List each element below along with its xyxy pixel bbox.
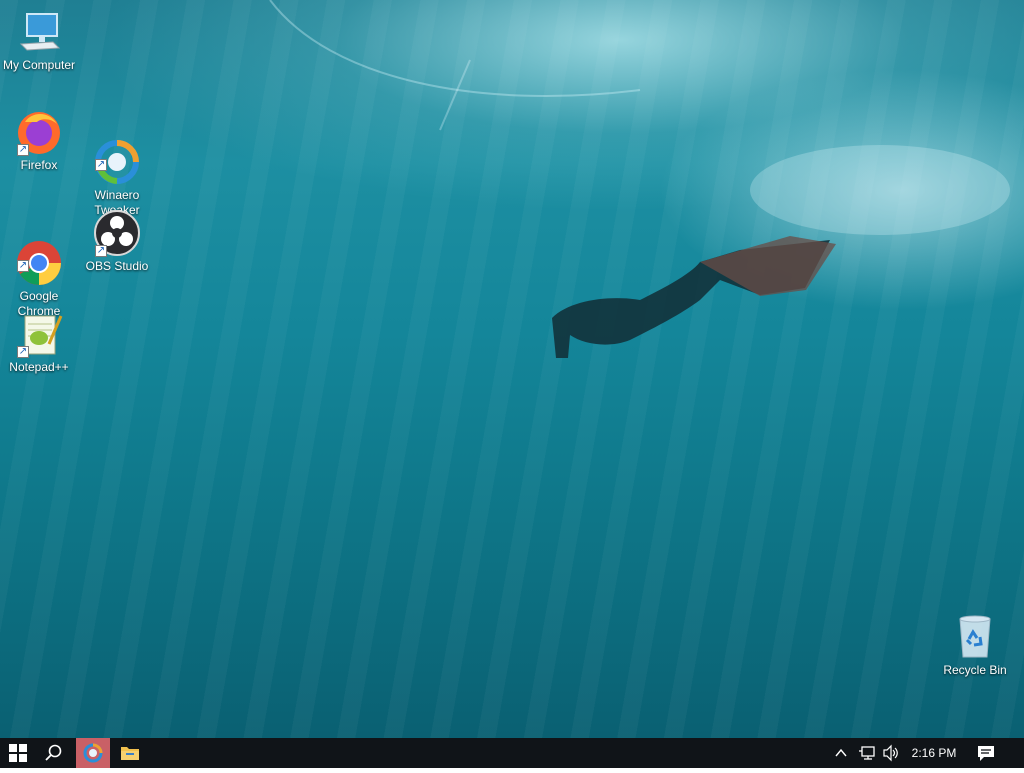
shortcut-arrow-icon: ↗ — [95, 245, 107, 257]
show-hidden-icons-button[interactable] — [834, 738, 852, 768]
chevron-up-icon — [835, 748, 847, 757]
search-icon — [45, 744, 62, 761]
desktop-icon-my-computer[interactable]: My Computer — [0, 8, 78, 73]
shortcut-arrow-icon: ↗ — [17, 260, 29, 272]
taskbar-app-file-explorer[interactable] — [112, 738, 148, 768]
notepadpp-icon: ↗ — [15, 310, 63, 358]
desktop-icon-recycle-bin[interactable]: Recycle Bin — [936, 613, 1014, 678]
taskbar-clock[interactable]: 2:16 PM — [906, 738, 962, 768]
action-center-icon — [978, 746, 994, 761]
icon-label: Notepad++ — [9, 360, 69, 374]
volume-icon — [883, 744, 898, 762]
start-button[interactable] — [0, 738, 36, 768]
desktop-icon-obs-studio[interactable]: ↗ OBS Studio — [78, 209, 156, 274]
icon-label: Recycle Bin — [943, 663, 1007, 677]
recycle-bin-icon — [951, 613, 999, 661]
taskbar: 2:16 PM — [0, 738, 1024, 768]
action-center-button[interactable] — [972, 738, 1000, 768]
desktop-icon-notepadpp[interactable]: ↗ Notepad++ — [0, 310, 78, 375]
search-button[interactable] — [36, 738, 72, 768]
obs-studio-icon: ↗ — [93, 209, 141, 257]
icon-label: OBS Studio — [85, 259, 149, 273]
desktop-icon-firefox[interactable]: ↗ Firefox — [0, 108, 78, 173]
network-button[interactable] — [858, 738, 878, 768]
network-icon — [859, 746, 875, 760]
chrome-icon: ↗ — [15, 224, 63, 285]
windows-logo-icon — [9, 744, 27, 762]
shortcut-arrow-icon: ↗ — [17, 144, 29, 156]
shortcut-arrow-icon: ↗ — [17, 346, 29, 358]
volume-button[interactable] — [882, 738, 902, 768]
firefox-icon: ↗ — [15, 108, 63, 156]
taskbar-app-winaero-tweaker[interactable] — [76, 738, 110, 768]
folder-icon — [121, 747, 139, 760]
icon-label: My Computer — [2, 58, 76, 72]
winaero-tweaker-icon: ↗ — [93, 123, 141, 184]
desktop[interactable]: My Computer ↗ Firefox ↗ Winaero Tweaker — [0, 0, 1024, 738]
winaero-tweaker-icon — [83, 743, 103, 763]
shortcut-arrow-icon: ↗ — [95, 159, 107, 171]
computer-icon — [15, 8, 63, 56]
icon-label: Firefox — [20, 158, 58, 172]
